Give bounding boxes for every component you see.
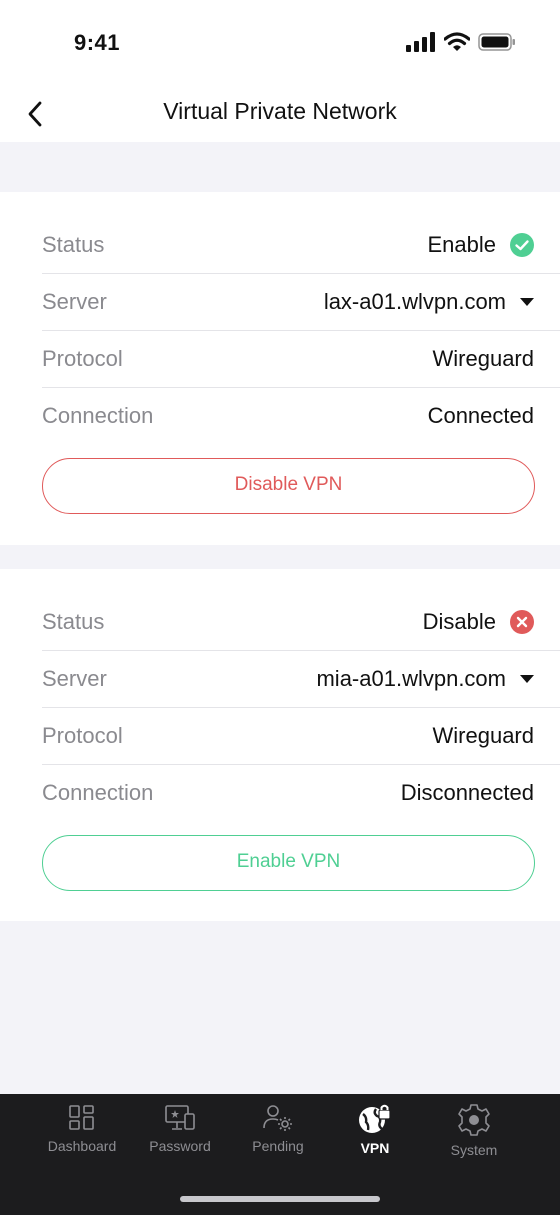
- battery-icon: [478, 33, 515, 51]
- status-value: Enable: [427, 231, 496, 257]
- status-value-group: Disable: [423, 609, 534, 635]
- pending-icon: [263, 1105, 292, 1131]
- signal-icon: [406, 32, 435, 52]
- connection-value: Disconnected: [400, 780, 534, 805]
- clock: 9:41: [74, 30, 121, 55]
- nav-header: Virtual Private Network: [0, 88, 560, 142]
- server-select[interactable]: mia-a01.wlvpn.com: [316, 666, 534, 692]
- check-circle-icon: [510, 232, 534, 257]
- protocol-row: Protocol Wireguard: [42, 707, 560, 764]
- connection-row: Connection Connected: [42, 387, 560, 444]
- tab-label: Dashboard: [47, 1138, 117, 1154]
- tab-password[interactable]: Password: [132, 1104, 228, 1154]
- server-value: mia-a01.wlvpn.com: [316, 666, 506, 691]
- status-value-group: Enable: [427, 232, 534, 258]
- status-bar: 9:41: [0, 0, 560, 88]
- wifi-icon: [444, 32, 470, 51]
- tab-dashboard[interactable]: Dashboard: [34, 1104, 130, 1154]
- status-row: Status Disable: [42, 593, 560, 650]
- server-label: Server: [42, 289, 107, 314]
- status-label: Status: [42, 608, 105, 634]
- server-row[interactable]: Server lax-a01.wlvpn.com: [42, 273, 560, 330]
- tab-label: VPN: [360, 1140, 390, 1156]
- protocol-label: Protocol: [42, 723, 123, 748]
- status-value: Disable: [422, 608, 496, 634]
- tab-pending[interactable]: Pending: [230, 1104, 326, 1154]
- vpn-card: Status Enable Server lax-a01.wlvpn.com P…: [0, 192, 560, 545]
- tab-label: Password: [149, 1138, 211, 1154]
- vpn-card: Status Disable Server mia-a01.wlvpn.com …: [0, 569, 560, 921]
- system-icons: [406, 32, 516, 52]
- status-label: Status: [42, 231, 105, 257]
- page-title: Virtual Private Network: [163, 98, 397, 124]
- x-circle-icon: [510, 609, 534, 634]
- tab-system[interactable]: System: [426, 1104, 522, 1158]
- protocol-value: Wireguard: [432, 346, 534, 371]
- connection-row: Connection Disconnected: [42, 764, 560, 821]
- home-indicator: [180, 1196, 380, 1202]
- dashboard-icon: [69, 1105, 94, 1130]
- protocol-value: Wireguard: [432, 723, 534, 748]
- enable-vpn-button[interactable]: Enable VPN: [42, 835, 535, 891]
- server-select[interactable]: lax-a01.wlvpn.com: [324, 289, 534, 315]
- password-icon: [165, 1105, 195, 1130]
- status-row: Status Enable: [42, 216, 560, 273]
- caret-down-icon: [520, 675, 534, 683]
- tab-label: System: [450, 1142, 498, 1158]
- gear-icon: [458, 1104, 490, 1136]
- server-label: Server: [42, 666, 107, 691]
- server-value: lax-a01.wlvpn.com: [323, 289, 506, 314]
- tab-label: Pending: [252, 1138, 304, 1154]
- caret-down-icon: [520, 298, 534, 306]
- vpn-globe-lock-icon: [359, 1104, 391, 1133]
- protocol-row: Protocol Wireguard: [42, 330, 560, 387]
- protocol-label: Protocol: [42, 346, 123, 371]
- connection-label: Connection: [42, 403, 154, 428]
- server-row[interactable]: Server mia-a01.wlvpn.com: [42, 650, 560, 707]
- tab-vpn[interactable]: VPN: [327, 1104, 423, 1156]
- connection-label: Connection: [42, 780, 154, 805]
- connection-value: Connected: [427, 403, 534, 428]
- disable-vpn-button[interactable]: Disable VPN: [42, 458, 535, 514]
